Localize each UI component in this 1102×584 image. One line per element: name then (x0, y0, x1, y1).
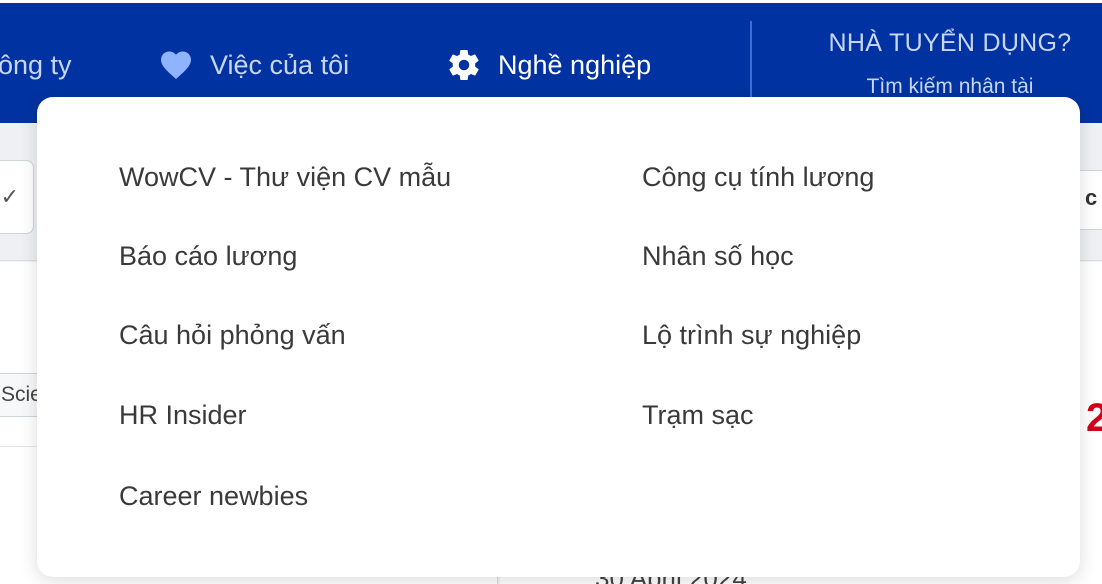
career-dropdown: WowCV - Thư viện CV mẫu Báo cáo lương Câ… (37, 97, 1080, 577)
menu-item-salary-calculator[interactable]: Công cụ tính lương (642, 164, 874, 191)
gear-icon (446, 47, 482, 83)
skill-tag-label: Scie (1, 383, 42, 406)
heart-icon (158, 47, 194, 83)
menu-item-career-path[interactable]: Lộ trình sự nghiệp (642, 322, 861, 349)
employer-sub-link[interactable]: Tìm kiếm nhân tài (800, 75, 1100, 99)
menu-item-interview-questions[interactable]: Câu hỏi phỏng vấn (119, 322, 346, 349)
nav-companies[interactable]: ông ty (0, 43, 72, 87)
nav-my-jobs-label: Việc của tôi (210, 49, 350, 80)
nav-companies-label: ông ty (0, 49, 72, 80)
filter-checkbox[interactable]: ✓ (0, 160, 34, 234)
menu-item-wowcv[interactable]: WowCV - Thư viện CV mẫu (119, 164, 451, 191)
highlight-number: 2 (1086, 396, 1102, 440)
menu-item-salary-report[interactable]: Báo cáo lương (119, 243, 297, 270)
nav-career[interactable]: Nghề nghiệp (446, 43, 651, 87)
nav-career-label: Nghề nghiệp (498, 49, 652, 80)
filter-chip-label: c (1085, 185, 1098, 210)
menu-item-hr-insider[interactable]: HR Insider (119, 402, 247, 429)
employer-link[interactable]: NHÀ TUYỂN DỤNG? (800, 29, 1100, 58)
menu-item-charging-station[interactable]: Trạm sạc (642, 402, 754, 429)
nav-my-jobs[interactable]: Việc của tôi (158, 43, 349, 87)
nav-divider (750, 21, 752, 99)
menu-item-career-newbies[interactable]: Career newbies (119, 483, 308, 510)
menu-item-numerology[interactable]: Nhân số học (642, 243, 794, 270)
